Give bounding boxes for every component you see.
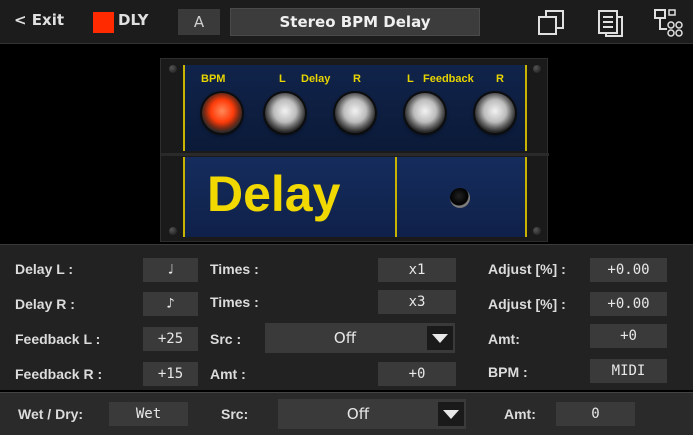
status-led-icon	[450, 188, 470, 208]
feedback-r-param-label: Feedback R :	[15, 366, 103, 382]
panel-divider	[161, 153, 549, 156]
feedback-l-param-label: Feedback L :	[15, 331, 101, 347]
plate-separator	[395, 157, 397, 237]
delay-l-param-label: Delay L :	[15, 261, 74, 277]
chevron-down-icon[interactable]	[438, 402, 464, 426]
wet-dry-value[interactable]: Wet	[109, 402, 188, 426]
feedback-r-value[interactable]: +15	[143, 362, 198, 386]
screw	[533, 227, 541, 235]
delay-group-label: Delay	[301, 73, 331, 85]
bottom-bar: Wet / Dry: Wet Src: Off Amt: 0	[0, 392, 693, 435]
delay-r-label: R	[353, 73, 361, 85]
bpm-knob[interactable]	[197, 88, 247, 138]
effect-name: Delay	[207, 166, 341, 222]
screw	[169, 227, 177, 235]
effect-name-plate: Delay	[183, 157, 527, 237]
adjust-1-label: Adjust [%] :	[488, 261, 566, 277]
feedback-l-knob[interactable]	[400, 88, 450, 138]
feedback-r-label: R	[496, 73, 504, 85]
src-label: Src :	[210, 331, 242, 347]
feedback-l-label: L	[407, 73, 414, 85]
adjust-2-value[interactable]: +0.00	[590, 292, 667, 316]
src-dropdown-value: Off	[333, 329, 357, 347]
delay-r-param-label: Delay R :	[15, 296, 75, 312]
adjust-1-value[interactable]: +0.00	[590, 258, 667, 282]
times-2-value[interactable]: x3	[378, 290, 456, 314]
top-bar: < Exit DLY A Stereo BPM Delay	[0, 0, 693, 44]
screw	[169, 65, 177, 73]
delay-l-value[interactable]: ♩	[143, 258, 198, 282]
src-dropdown[interactable]: Off	[265, 323, 455, 353]
effect-panel: BPM L Delay R L Feedback R Delay	[160, 58, 549, 242]
times-2-label: Times :	[210, 294, 259, 310]
bpm-knob-label: BPM	[201, 73, 226, 85]
effect-type-selector[interactable]: Stereo BPM Delay	[230, 8, 480, 36]
feedback-l-value[interactable]: +25	[143, 327, 198, 351]
knob-section: BPM L Delay R L Feedback R	[183, 65, 527, 151]
amt-right-value[interactable]: +0	[590, 324, 667, 348]
bottom-src-value: Off	[346, 405, 370, 423]
routing-icon[interactable]	[653, 7, 685, 39]
bottom-src-label: Src:	[221, 406, 249, 422]
amt-mid-value[interactable]: +0	[378, 362, 456, 386]
feedback-group-label: Feedback	[423, 73, 474, 85]
wet-dry-label: Wet / Dry:	[18, 406, 84, 422]
variation-button[interactable]: A	[178, 9, 220, 35]
fx-slot-indicator[interactable]	[93, 12, 114, 33]
bpm-param-label: BPM :	[488, 364, 528, 380]
times-1-label: Times :	[210, 261, 259, 277]
bottom-amt-value[interactable]: 0	[556, 402, 635, 426]
delay-l-knob[interactable]	[260, 88, 310, 138]
parameter-area: Delay L : ♩ Delay R : ♪ Feedback L : +25…	[0, 244, 693, 390]
bottom-src-dropdown[interactable]: Off	[278, 399, 466, 429]
exit-button[interactable]: < Exit	[14, 11, 64, 29]
copy-icon[interactable]	[536, 7, 568, 39]
adjust-2-label: Adjust [%] :	[488, 296, 566, 312]
bpm-value[interactable]: MIDI	[590, 359, 667, 383]
feedback-r-knob[interactable]	[470, 88, 520, 138]
fx-slot-label[interactable]: DLY	[118, 11, 149, 29]
chevron-down-icon[interactable]	[427, 326, 453, 350]
delay-l-label: L	[279, 73, 286, 85]
delay-r-value[interactable]: ♪	[143, 292, 198, 316]
list-icon[interactable]	[595, 7, 627, 39]
screw	[533, 65, 541, 73]
amt-right-label: Amt:	[488, 331, 520, 347]
bottom-amt-label: Amt:	[504, 406, 536, 422]
delay-r-knob[interactable]	[330, 88, 380, 138]
amt-mid-label: Amt :	[210, 366, 246, 382]
times-1-value[interactable]: x1	[378, 258, 456, 282]
